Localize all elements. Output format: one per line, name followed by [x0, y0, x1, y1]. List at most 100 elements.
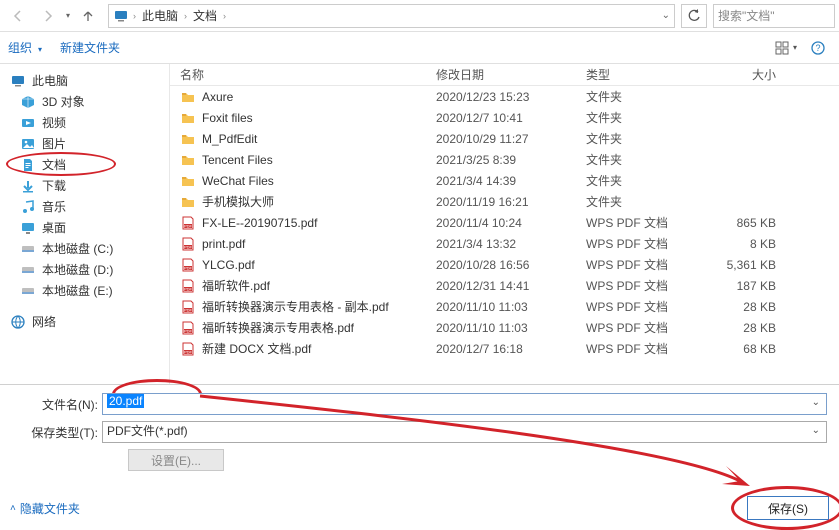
file-row[interactable]: PDF福昕转换器演示专用表格 - 副本.pdf2020/11/10 11:03W… [170, 296, 839, 317]
file-name: Foxit files [202, 111, 253, 125]
dropdown-icon[interactable]: ⌄ [812, 397, 820, 408]
folder-icon [180, 110, 196, 126]
back-button[interactable] [4, 4, 32, 28]
file-size: 5,361 KB [694, 258, 794, 272]
file-size: 28 KB [694, 321, 794, 335]
filename-value: 20.pdf [107, 394, 144, 408]
settings-button[interactable]: 设置(E)... [128, 449, 224, 471]
file-type: WPS PDF 文档 [576, 340, 694, 357]
filename-label: 文件名(N): [26, 396, 102, 413]
file-type: 文件夹 [576, 88, 694, 105]
disk-icon [20, 241, 36, 257]
up-button[interactable] [74, 4, 102, 28]
network-icon [10, 314, 26, 330]
savetype-label: 保存类型(T): [26, 424, 102, 441]
svg-text:PDF: PDF [184, 328, 193, 333]
sidebar-item-disk[interactable]: 本地磁盘 (C:) [0, 238, 169, 259]
file-name: 新建 DOCX 文档.pdf [202, 340, 311, 357]
file-name: 福昕转换器演示专用表格 - 副本.pdf [202, 298, 389, 315]
sidebar-item-label: 本地磁盘 (E:) [42, 282, 113, 299]
crumb-folder[interactable]: 文档 [193, 7, 217, 24]
forward-button[interactable] [34, 4, 62, 28]
file-row[interactable]: PDF新建 DOCX 文档.pdf2020/12/7 16:18WPS PDF … [170, 338, 839, 359]
sidebar-item-down[interactable]: 下载 [0, 175, 169, 196]
file-date: 2021/3/4 13:32 [426, 237, 576, 251]
history-dropdown-icon[interactable]: ▾ [66, 11, 70, 20]
folder-icon [180, 89, 196, 105]
sidebar-item-doc[interactable]: 文档 [0, 154, 169, 175]
dropdown-icon[interactable]: ⌄ [812, 425, 820, 436]
savetype-select[interactable]: PDF文件(*.pdf) ⌄ [102, 421, 827, 443]
address-bar[interactable]: ›此电脑›文档› ⌄ [108, 4, 675, 28]
folder-icon [180, 173, 196, 189]
file-row[interactable]: M_PdfEdit2020/10/29 11:27文件夹 [170, 128, 839, 149]
col-size[interactable]: 大小 [694, 66, 794, 83]
hide-folders-link[interactable]: ˄ 隐藏文件夹 [10, 500, 80, 517]
file-row[interactable]: PDFFX-LE--20190715.pdf2020/11/4 10:24WPS… [170, 212, 839, 233]
pc-icon [10, 73, 26, 89]
bottom-panel: 文件名(N): 20.pdf ⌄ 保存类型(T): PDF文件(*.pdf) ⌄… [0, 384, 839, 479]
sidebar-item-pic[interactable]: 图片 [0, 133, 169, 154]
file-row[interactable]: Axure 2020/12/23 15:23文件夹 [170, 86, 839, 107]
file-date: 2021/3/4 14:39 [426, 174, 576, 188]
file-name: print.pdf [202, 237, 245, 251]
sidebar-item-disk[interactable]: 本地磁盘 (D:) [0, 259, 169, 280]
file-row[interactable]: PDF福昕软件.pdf2020/12/31 14:41WPS PDF 文档187… [170, 275, 839, 296]
addrbar-dropdown-icon[interactable]: ⌄ [662, 10, 670, 21]
sidebar-item-3d[interactable]: 3D 对象 [0, 91, 169, 112]
file-date: 2020/12/23 15:23 [426, 90, 576, 104]
svg-text:PDF: PDF [184, 349, 193, 354]
doc-icon [20, 157, 36, 173]
save-button[interactable]: 保存(S) [747, 496, 829, 520]
toolbar-top: ▾ ›此电脑›文档› ⌄ 搜索"文档" [0, 0, 839, 32]
filename-input[interactable]: 20.pdf ⌄ [102, 393, 827, 415]
chevron-up-icon: ˄ [10, 503, 16, 514]
pdf-icon: PDF [180, 257, 196, 273]
organize-menu[interactable]: 组织▾ [8, 39, 42, 56]
file-name: Axure [202, 90, 233, 104]
sidebar-item-label: 3D 对象 [42, 93, 85, 110]
sidebar-network[interactable]: 网络 [0, 311, 169, 332]
music-icon [20, 199, 36, 215]
down-icon [20, 178, 36, 194]
file-date: 2021/3/25 8:39 [426, 153, 576, 167]
view-mode-button[interactable]: ▾ [773, 37, 799, 59]
svg-text:PDF: PDF [184, 223, 193, 228]
file-date: 2020/12/31 14:41 [426, 279, 576, 293]
file-row[interactable]: Foxit files2020/12/7 10:41文件夹 [170, 107, 839, 128]
file-row[interactable]: PDFprint.pdf2021/3/4 13:32WPS PDF 文档8 KB [170, 233, 839, 254]
sidebar-item-disk[interactable]: 本地磁盘 (E:) [0, 280, 169, 301]
file-date: 2020/11/10 11:03 [426, 300, 576, 314]
sidebar-item-label: 图片 [42, 135, 66, 152]
pdf-icon: PDF [180, 320, 196, 336]
file-date: 2020/10/28 16:56 [426, 258, 576, 272]
svg-text:PDF: PDF [184, 265, 193, 270]
file-row[interactable]: PDFYLCG.pdf2020/10/28 16:56WPS PDF 文档5,3… [170, 254, 839, 275]
col-name[interactable]: 名称 [170, 66, 426, 83]
video-icon [20, 115, 36, 131]
folder-icon [180, 194, 196, 210]
sidebar-item-label: 本地磁盘 (C:) [42, 240, 113, 257]
file-row[interactable]: PDF福昕转换器演示专用表格.pdf2020/11/10 11:03WPS PD… [170, 317, 839, 338]
pdf-icon: PDF [180, 236, 196, 252]
col-type[interactable]: 类型 [576, 66, 694, 83]
col-date[interactable]: 修改日期 [426, 66, 576, 83]
file-type: WPS PDF 文档 [576, 256, 694, 273]
file-date: 2020/11/10 11:03 [426, 321, 576, 335]
sidebar-item-music[interactable]: 音乐 [0, 196, 169, 217]
sidebar-item-desk[interactable]: 桌面 [0, 217, 169, 238]
file-row[interactable]: 手机模拟大师2020/11/19 16:21文件夹 [170, 191, 839, 212]
file-row[interactable]: WeChat Files2021/3/4 14:39文件夹 [170, 170, 839, 191]
file-type: WPS PDF 文档 [576, 214, 694, 231]
svg-text:?: ? [815, 43, 820, 53]
search-input[interactable]: 搜索"文档" [713, 4, 835, 28]
pdf-icon: PDF [180, 299, 196, 315]
refresh-button[interactable] [681, 4, 707, 28]
crumb-root[interactable]: 此电脑 [142, 7, 178, 24]
file-row[interactable]: Tencent Files2021/3/25 8:39文件夹 [170, 149, 839, 170]
help-button[interactable]: ? [805, 37, 831, 59]
file-type: WPS PDF 文档 [576, 277, 694, 294]
sidebar-item-video[interactable]: 视频 [0, 112, 169, 133]
new-folder-button[interactable]: 新建文件夹 [60, 39, 120, 56]
sidebar-this-pc[interactable]: 此电脑 [0, 70, 169, 91]
